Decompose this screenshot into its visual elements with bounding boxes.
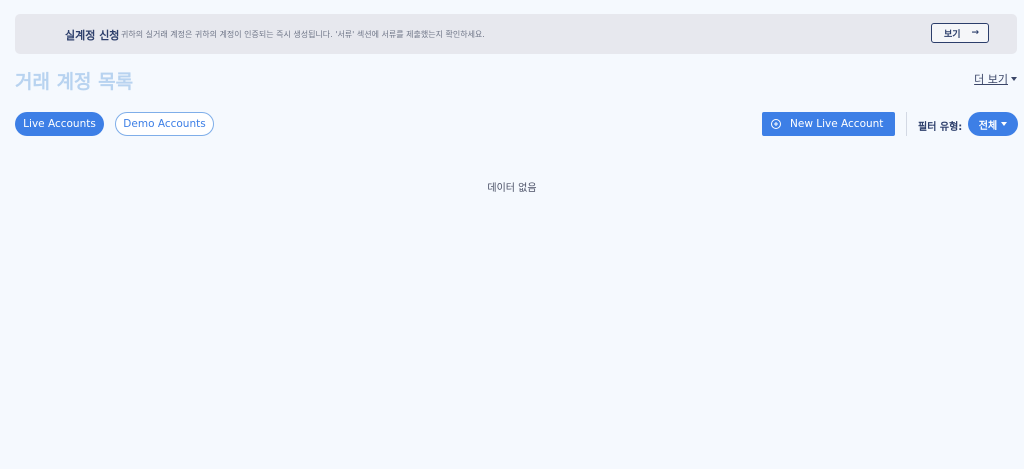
empty-state-message: 데이터 없음 <box>487 183 537 194</box>
filter-type-select[interactable]: 전체 <box>968 112 1018 136</box>
filter-type-label: 필터 유형: <box>918 122 963 133</box>
banner-view-label: 보기 <box>944 29 961 40</box>
page-title: 거래 계정 목록 <box>15 71 134 93</box>
tab-demo-accounts[interactable]: Demo Accounts <box>115 112 214 136</box>
new-live-account-button[interactable]: New Live Account <box>762 112 895 136</box>
banner-message: 귀하의 실거래 계정은 귀하의 계정이 인증되는 즉시 생성됩니다. '서류' … <box>121 30 485 39</box>
toolbar-divider <box>906 112 907 136</box>
banner-view-button[interactable]: 보기 → <box>931 23 989 43</box>
new-live-account-label: New Live Account <box>790 118 884 130</box>
caret-down-icon <box>1001 122 1008 126</box>
more-dropdown[interactable]: 더 보기 <box>974 71 1017 87</box>
account-verification-banner: 실계정 신청 귀하의 실거래 계정은 귀하의 계정이 인증되는 즉시 생성됩니다… <box>15 14 1017 54</box>
arrow-right-icon: → <box>971 28 979 38</box>
plus-circle-icon <box>771 119 781 129</box>
filter-selected-value: 전체 <box>978 120 998 132</box>
caret-down-icon <box>1011 77 1017 81</box>
more-label: 더 보기 <box>974 73 1008 86</box>
tab-live-accounts[interactable]: Live Accounts <box>15 112 104 136</box>
banner-title: 실계정 신청 <box>65 29 120 42</box>
